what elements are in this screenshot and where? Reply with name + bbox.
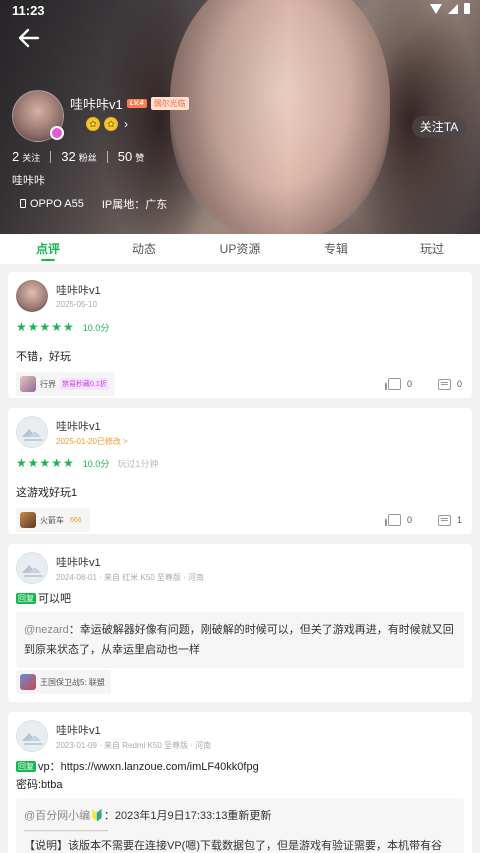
quoted-comment[interactable]: @百分网小编🔰：2023年1月9日17:33:13重新更新 ----------… (16, 798, 464, 853)
stat-likes: 50 赞 (117, 149, 145, 164)
review-author[interactable]: 哇咔咔v1 (56, 418, 101, 434)
game-icon (20, 512, 36, 528)
game-tag[interactable]: 火箭车 666 (16, 508, 90, 532)
play-time: 玩过1分钟 (117, 458, 159, 469)
chevron-right-icon: › (124, 117, 128, 131)
game-icon (20, 376, 36, 392)
profile-page: 11:23 哇咔咔v1 LV.4 偶尔光临 ✿ ✿ › 关注TA 2 关注 32… (0, 0, 480, 853)
avatar[interactable] (16, 720, 48, 752)
tab-played[interactable]: 玩过 (384, 234, 480, 264)
game-icon (20, 674, 36, 690)
review-text: 这游戏好玩1 (16, 487, 78, 499)
game-tag[interactable]: 行界 禁易秒藏0.1折 (16, 372, 115, 396)
status-time: 11:23 (12, 3, 45, 18)
ip-location: IP属地：广东 (101, 199, 168, 211)
reply-meta: 2023-01-09 · 来自 Redmi K50 至尊版 · 河南 (56, 741, 212, 750)
user-bio: 哇咔咔 (12, 175, 45, 187)
device-info: OPPO A55 (20, 198, 84, 210)
stat-following[interactable]: 2 关注 (12, 149, 40, 164)
avatar[interactable] (16, 416, 48, 448)
quoted-user[interactable]: @nezard (24, 624, 69, 636)
game-tag[interactable]: 王国保卫战5: 联盟 (16, 670, 111, 694)
rating: ★★★★★ 10.0分 玩过1分钟 (16, 456, 158, 470)
divider (50, 150, 52, 163)
reply-meta: 2024-08-01 · 来自 红米 K50 至尊版 · 河南 (56, 573, 205, 582)
stat-followers[interactable]: 32 粉丝 (61, 149, 96, 164)
avatar[interactable] (16, 280, 48, 312)
tab-indicator (41, 259, 55, 261)
reply-text: 回复 vp：https://wwxn.lanzoue.com/imLF40kk0f… (16, 761, 259, 773)
level-badge: LV.4 (126, 99, 147, 108)
review-text: 不错，好玩 (16, 351, 71, 363)
username: 哇咔咔v1 (70, 97, 123, 112)
avatar[interactable] (16, 552, 48, 584)
comment-button[interactable]: 0 (437, 378, 462, 390)
comment-icon (437, 514, 451, 526)
wifi-icon (430, 3, 442, 14)
reply-card[interactable]: 哇咔咔v1 2023-01-09 · 来自 Redmi K50 至尊版 · 河南… (8, 712, 472, 853)
battery-icon (464, 3, 470, 14)
tab-albums[interactable]: 专辑 (288, 234, 384, 264)
level-title-badge: 偶尔光临 (150, 97, 189, 110)
tab-activity[interactable]: 动态 (96, 234, 192, 264)
medal-icon: ✿ (104, 117, 118, 131)
avatar-badge-icon (50, 126, 64, 140)
review-author[interactable]: 哇咔咔v1 (56, 282, 101, 298)
quote-divider: ----------------------------------------… (24, 826, 108, 835)
reply-author[interactable]: 哇咔咔v1 (56, 554, 101, 570)
profile-tabs: 点评 动态 UP资源 专辑 玩过 (0, 234, 480, 264)
review-card[interactable]: 哇咔咔v1 2025-01-20已修改 > ★★★★★ 10.0分 玩过1分钟 … (8, 408, 472, 534)
like-button[interactable]: 0 (384, 378, 412, 390)
reply-author[interactable]: 哇咔咔v1 (56, 722, 101, 738)
quoted-user[interactable]: @百分网小编🔰 (24, 810, 104, 822)
status-bar: 11:23 (0, 0, 480, 22)
reply-text: 回复 可以吧 (16, 593, 71, 605)
review-date: 2025-05-10 (56, 300, 97, 309)
score: 10.0分 (82, 322, 110, 333)
score: 10.0分 (82, 458, 110, 469)
phone-icon (20, 199, 26, 208)
tab-reviews[interactable]: 点评 (0, 234, 96, 264)
review-card[interactable]: 哇咔咔v1 2025-05-10 ★★★★★ 10.0分 不错，好玩 行界 禁易… (8, 272, 472, 398)
user-stats: 2 关注 32 粉丝 50 赞 (12, 149, 144, 164)
review-date-edited[interactable]: 2025-01-20已修改 > (56, 436, 128, 447)
quoted-comment[interactable]: @nezard：幸运破解器好像有问题，刚破解的时候可以，但关了游戏再进，有时候就… (16, 612, 464, 668)
star-rating: ★★★★★ (16, 456, 75, 470)
signal-icon (448, 3, 458, 14)
profile-header: 11:23 哇咔咔v1 LV.4 偶尔光临 ✿ ✿ › 关注TA 2 关注 32… (0, 0, 480, 234)
rating: ★★★★★ 10.0分 (16, 320, 109, 334)
thumbs-up-icon (384, 514, 401, 526)
user-info: OPPO A55 IP属地：广东 (20, 196, 167, 212)
medal-icon: ✿ (86, 117, 100, 131)
medals-row[interactable]: ✿ ✿ › (86, 117, 128, 131)
follow-button[interactable]: 关注TA (412, 116, 466, 138)
reply-text-line2: 密码:btba (16, 779, 63, 791)
tab-up-resources[interactable]: UP资源 (192, 234, 288, 264)
back-arrow-icon[interactable] (16, 26, 42, 50)
reply-badge: 回复 (16, 761, 36, 772)
comment-icon (437, 378, 451, 390)
star-rating: ★★★★★ (16, 320, 75, 334)
reply-card[interactable]: 哇咔咔v1 2024-08-01 · 来自 红米 K50 至尊版 · 河南 回复… (8, 544, 472, 702)
comment-button[interactable]: 1 (437, 514, 462, 526)
thumbs-up-icon (384, 378, 401, 390)
like-button[interactable]: 0 (384, 514, 412, 526)
reply-badge: 回复 (16, 593, 36, 604)
divider (106, 150, 108, 163)
